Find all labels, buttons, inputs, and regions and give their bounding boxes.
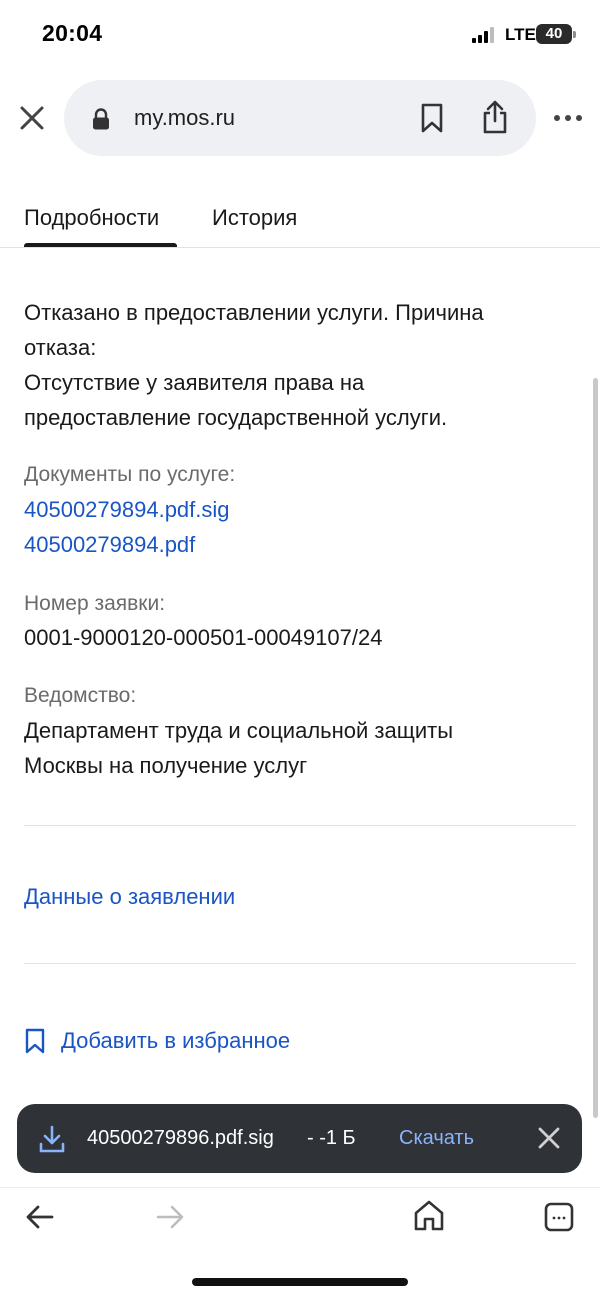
section-divider: [24, 963, 576, 964]
signal-icon: [472, 27, 494, 43]
download-filename: 40500279896.pdf.sig: [87, 1127, 274, 1149]
more-icon[interactable]: [552, 109, 584, 127]
department-label: Ведомство:: [24, 684, 137, 707]
close-icon[interactable]: [535, 1124, 563, 1152]
status-line-4: предоставление государственной услуги.: [24, 405, 448, 430]
download-button[interactable]: Скачать: [399, 1127, 474, 1150]
bookmark-icon[interactable]: [420, 103, 444, 133]
back-arrow-icon[interactable]: [24, 1203, 56, 1231]
share-icon[interactable]: [481, 100, 509, 134]
url-text[interactable]: my.mos.ru: [134, 105, 235, 131]
document-link-sig[interactable]: 40500279894.pdf.sig: [24, 492, 230, 527]
department-line-1: Департамент труда и социальной защиты: [24, 718, 454, 743]
tabs-divider: [0, 247, 600, 248]
status-line-3: Отсутствие у заявителя права на: [24, 370, 365, 395]
forward-arrow-icon[interactable]: [154, 1203, 186, 1231]
application-data-link[interactable]: Данные о заявлении: [24, 879, 235, 914]
documents-label: Документы по услуге:: [24, 463, 236, 486]
home-icon[interactable]: [412, 1198, 446, 1232]
bookmark-icon[interactable]: [24, 1028, 46, 1054]
download-size: - -1 Б: [307, 1127, 356, 1149]
scrollbar[interactable]: [593, 378, 598, 1118]
add-to-favorites-link[interactable]: Добавить в избранное: [61, 1023, 290, 1058]
section-divider: [24, 825, 576, 826]
lock-icon: [93, 108, 109, 130]
request-number: 0001-9000120-000501-00049107/24: [24, 625, 383, 650]
battery-indicator: 40: [536, 24, 576, 44]
department-line-2: Москвы на получение услуг: [24, 753, 308, 778]
status-time: 20:04: [42, 20, 103, 46]
tab-details[interactable]: Подробности: [24, 205, 159, 231]
home-indicator: [192, 1278, 408, 1286]
close-icon[interactable]: [16, 102, 48, 134]
tab-history[interactable]: История: [212, 205, 297, 231]
request-number-label: Номер заявки:: [24, 592, 166, 615]
status-line-2: отказа:: [24, 335, 97, 360]
tabs-icon[interactable]: [543, 1201, 575, 1233]
toolbar-divider: [0, 1187, 600, 1188]
network-type: LTE: [505, 25, 536, 44]
download-icon: [39, 1125, 65, 1153]
status-line-1: Отказано в предоставлении услуги. Причин…: [24, 300, 484, 325]
document-link-pdf[interactable]: 40500279894.pdf: [24, 527, 195, 562]
